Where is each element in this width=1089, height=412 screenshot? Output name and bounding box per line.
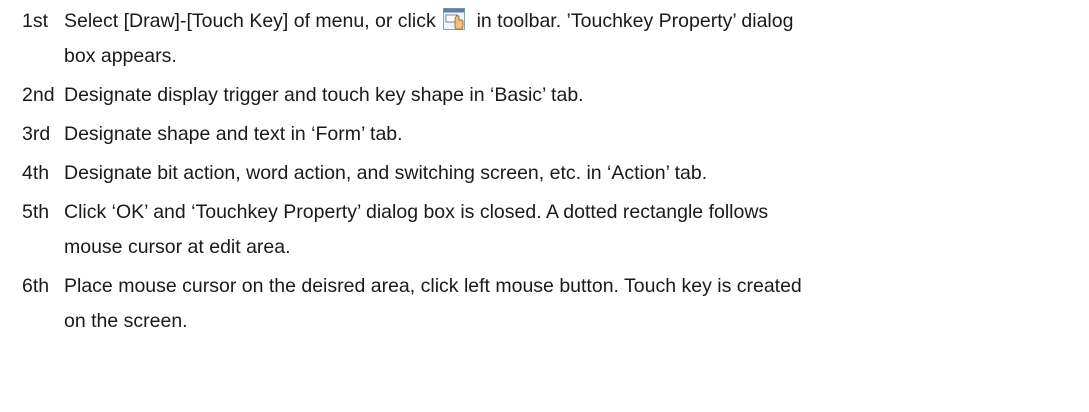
step-number: 6th <box>22 275 50 297</box>
step-number: 5th <box>22 201 50 223</box>
step-text-continuation: mouse cursor at edit area. <box>64 236 291 258</box>
step-2: 2nd Designate display trigger and touch … <box>0 78 1089 113</box>
step-text-after-icon: in toolbar. ’Touchkey Property’ dialog <box>476 10 794 32</box>
step-4: 4th Designate bit action, word action, a… <box>0 156 1089 191</box>
step-1: 1st Select [Draw]-[Touch Key] of menu, o… <box>0 4 1089 74</box>
step-number: 1st <box>22 10 49 32</box>
step-text: Select [Draw]-[Touch Key] of menu, or cl… <box>64 10 436 32</box>
step-number: 3rd <box>22 123 51 145</box>
step-6: 6th Place mouse cursor on the deisred ar… <box>0 269 1089 339</box>
step-text: Place mouse cursor on the deisred area, … <box>64 275 802 297</box>
step-text: Designate bit action, word action, and s… <box>64 162 708 184</box>
step-list: 1st Select [Draw]-[Touch Key] of menu, o… <box>0 0 1089 339</box>
step-text-continuation: on the screen. <box>64 310 188 332</box>
step-text: Designate display trigger and touch key … <box>64 84 584 106</box>
step-number: 2nd <box>22 84 55 106</box>
step-text-continuation: box appears. <box>64 45 177 67</box>
step-3: 3rd Designate shape and text in ‘Form’ t… <box>0 117 1089 152</box>
step-5: 5th Click ‘OK’ and ‘Touchkey Property’ d… <box>0 195 1089 265</box>
step-text: Click ‘OK’ and ‘Touchkey Property’ dialo… <box>64 201 769 223</box>
step-text: Designate shape and text in ‘Form’ tab. <box>64 123 403 145</box>
step-number: 4th <box>22 162 50 184</box>
touch-key-toolbar-icon <box>443 8 466 30</box>
